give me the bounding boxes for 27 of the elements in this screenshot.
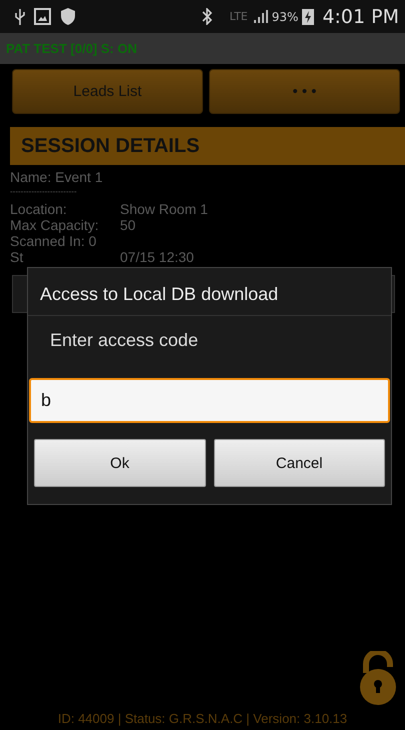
field-label: Location: [10, 201, 68, 217]
field-label: St [10, 249, 24, 265]
battery-percent: 93% [272, 10, 298, 24]
network-label: LTE [229, 10, 248, 23]
bluetooth-icon [201, 8, 214, 25]
field-value: 50 [120, 217, 136, 233]
clock: 4:01 PM [322, 6, 399, 28]
battery-charging-icon [302, 8, 314, 25]
signal-icon [252, 9, 268, 24]
field-value: Show Room 1 [120, 201, 208, 217]
shield-icon [59, 7, 77, 26]
footer-info: ID: 44009 | Status: G.R.S.N.A.C | Version: 3.10.13 [56, 710, 348, 728]
usb-icon [14, 8, 26, 26]
field-label: Max Capacity: [10, 217, 100, 233]
access-code-field[interactable]: b [29, 378, 390, 423]
image-icon [34, 8, 51, 25]
dialog-button[interactable]: Ok [34, 439, 206, 487]
unlocked-padlock-icon[interactable] [357, 651, 399, 705]
section-title: SESSION DETAILS [21, 134, 200, 158]
dialog-message: Enter access code [49, 329, 200, 351]
separator-line: ------------------------- [10, 187, 78, 197]
field-label: Scanned In: 0 [10, 233, 98, 249]
session-name: Name: Event 1 [10, 169, 104, 185]
dialog-button[interactable]: Cancel [214, 439, 385, 487]
field-value: 07/15 12:30 [120, 249, 194, 265]
dialog-title: Access to Local DB download [28, 268, 391, 316]
app-title: PAT TEST [0/0] S: ON [6, 41, 137, 56]
